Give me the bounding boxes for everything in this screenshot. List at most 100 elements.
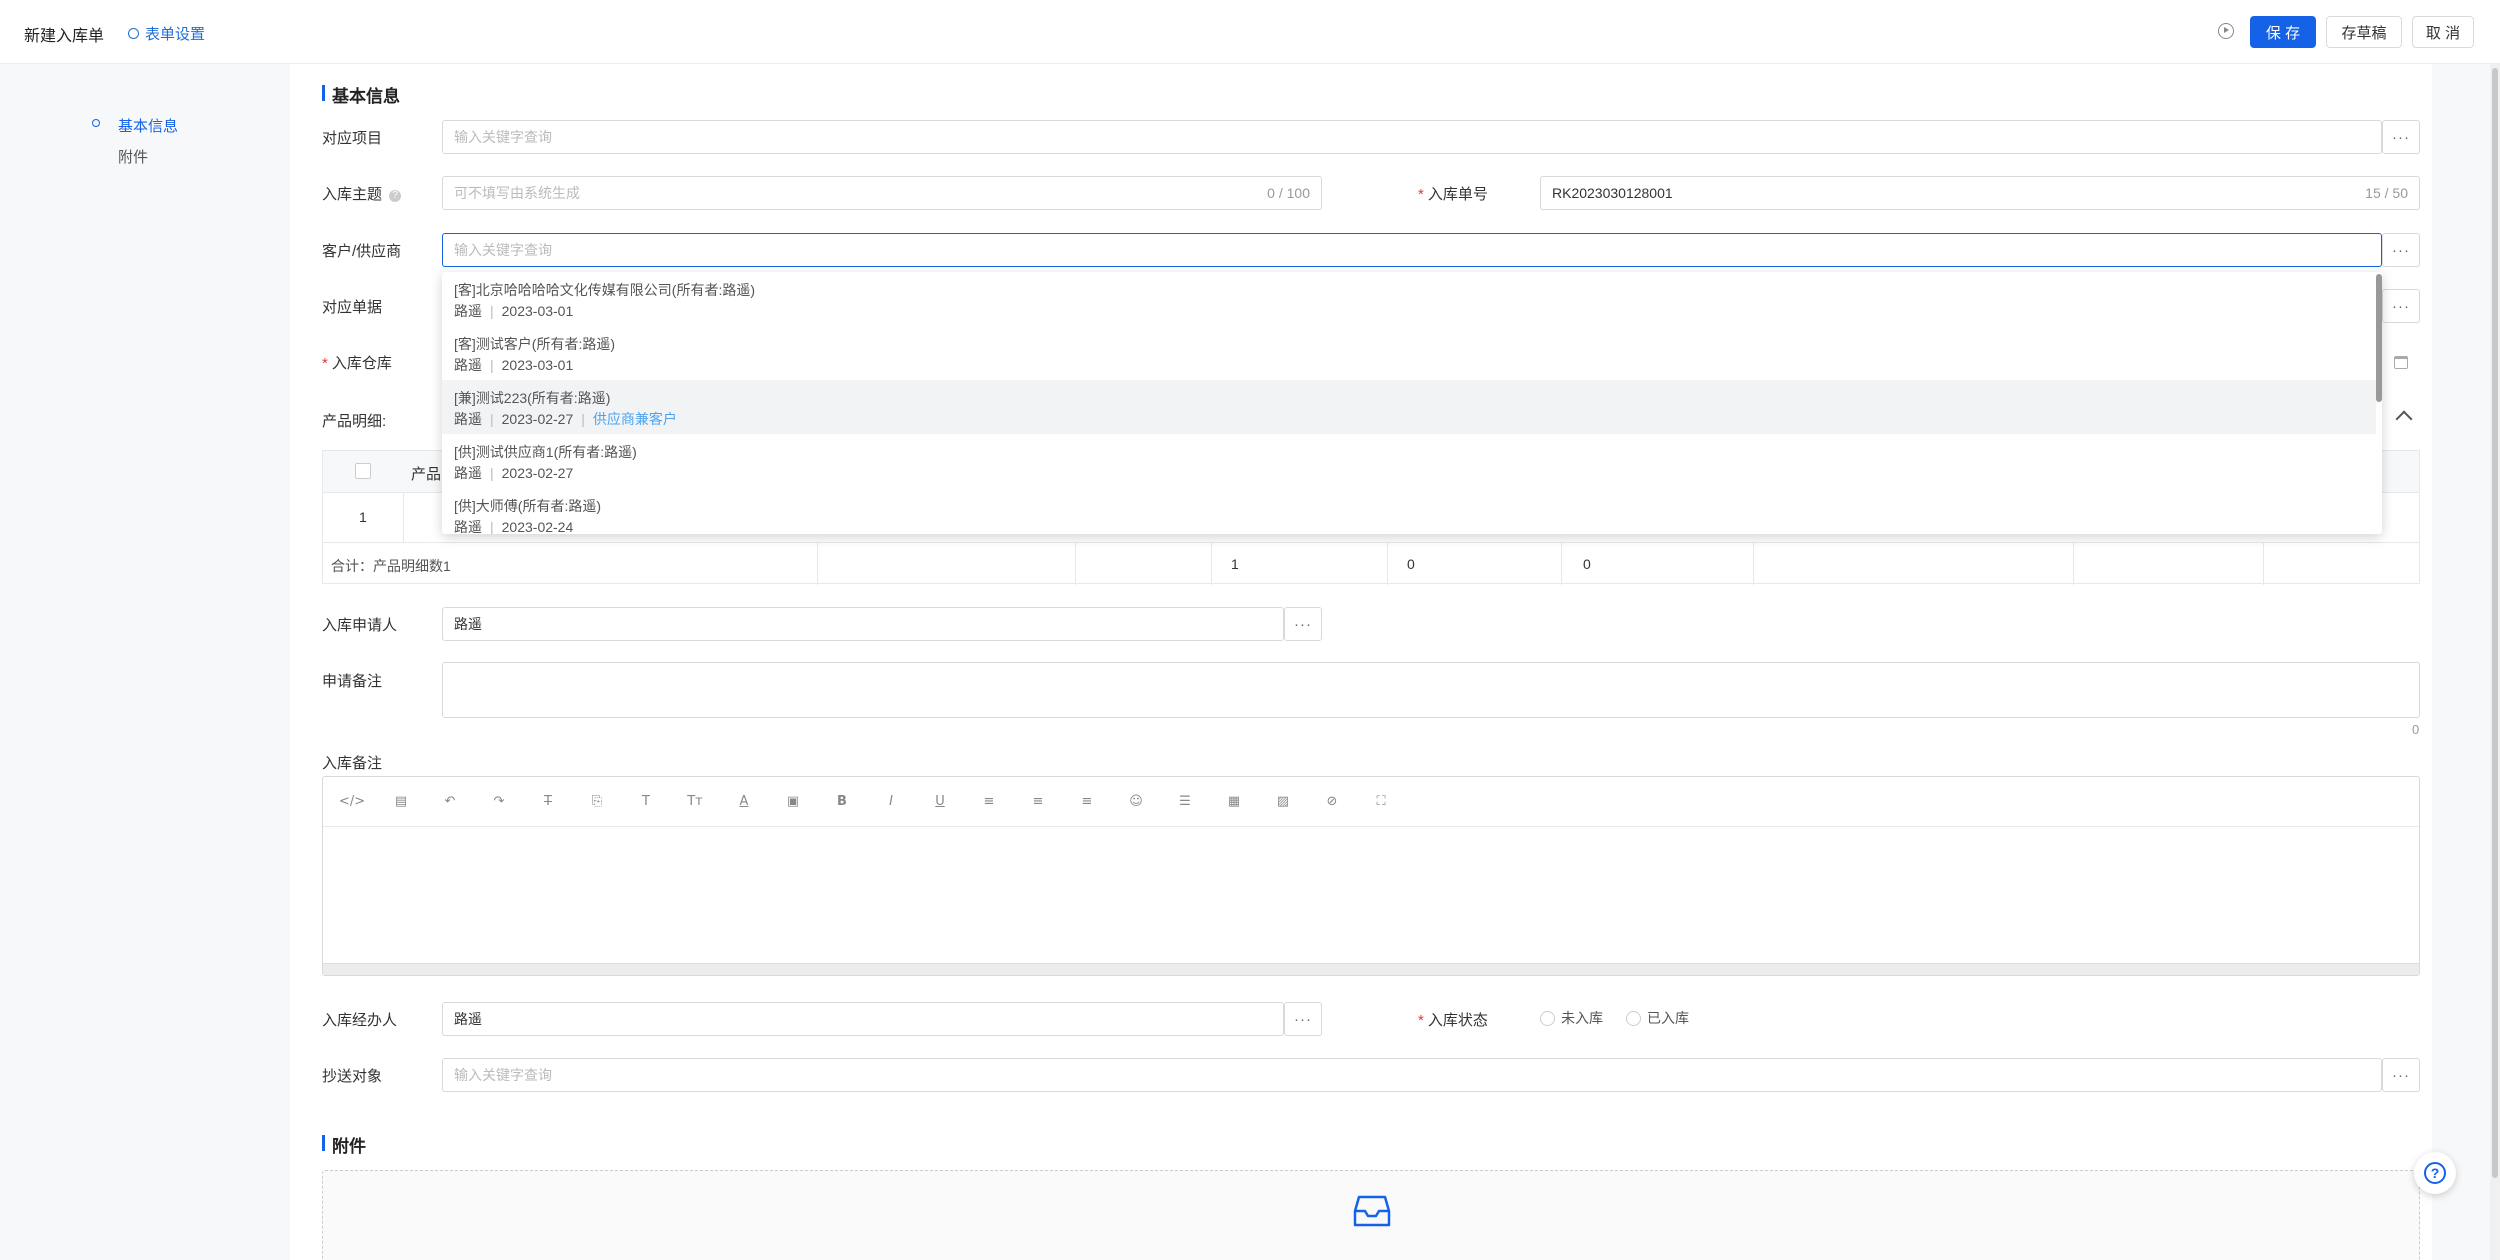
cc-label: 抄送对象 (322, 1068, 383, 1085)
applicant-label: 入库申请人 (322, 617, 398, 634)
save-button[interactable]: 保 存 (2250, 16, 2316, 48)
redo-icon[interactable]: ↷ (490, 792, 508, 810)
order-no-char-count: 15 / 50 (2365, 185, 2408, 201)
applicant-input[interactable]: 路遥 (442, 607, 1284, 641)
cancel-button[interactable]: 取 消 (2412, 16, 2474, 48)
subject-char-count: 0 / 100 (1267, 185, 1310, 201)
option-meta: 路遥 | 2023-03-01 (454, 355, 2364, 376)
page-scrollbar[interactable] (2490, 64, 2500, 1260)
editor-statusbar (323, 963, 2419, 975)
align-center-icon[interactable]: ≡ (1029, 792, 1047, 810)
editor-toolbar: </> ▤ ↶ ↷ T ⎘ T Tт A ▣ B I U ≡ ≡ ≡ ☺ ☰ ▦… (323, 777, 2419, 827)
table-icon[interactable]: ▦ (1225, 792, 1243, 810)
subject-label-text: 入库主题 (322, 186, 383, 203)
col-divider (817, 543, 818, 585)
dropdown-option[interactable]: [供]测试供应商1(所有者:路遥) 路遥 | 2023-02-27 (442, 434, 2376, 488)
play-icon[interactable] (2218, 23, 2234, 39)
option-meta: 路遥 | 2023-03-01 (454, 301, 2364, 322)
align-right-icon[interactable]: ≡ (1078, 792, 1096, 810)
underline-icon[interactable]: U (931, 792, 949, 810)
handler-input[interactable]: 路遥 (442, 1002, 1284, 1036)
dropdown-option[interactable]: [客]北京哈哈哈哈文化传媒有限公司(所有者:路遥) 路遥 | 2023-03-01 (442, 272, 2376, 326)
col-divider (2073, 543, 2074, 585)
handler-more-button[interactable]: ··· (1284, 1002, 1322, 1036)
cc-input[interactable]: 输入关键字查询 (442, 1058, 2382, 1092)
option-owner: 路遥 (454, 303, 482, 319)
help-button[interactable]: ? (2414, 1152, 2456, 1194)
section-title-basic: 基本信息 (322, 82, 400, 107)
save-draft-button[interactable]: 存草稿 (2326, 16, 2402, 48)
summary-label: 合计：产品明细数1 (331, 558, 451, 574)
warehouse-label-text: 入库仓库 (331, 355, 392, 372)
dropdown-option[interactable]: [兼]测试223(所有者:路遥) 路遥 | 2023-02-27 | 供应商兼客户 (442, 380, 2376, 434)
dropdown-scrollbar[interactable] (2376, 274, 2382, 402)
option-tag: 供应商兼客户 (592, 411, 677, 427)
radio-circle (1540, 1010, 1555, 1026)
align-left-icon[interactable]: ≡ (980, 792, 998, 810)
required-mark: * (322, 355, 328, 372)
radio-not-stocked[interactable]: 未入库 (1540, 1008, 1603, 1028)
order-no-input[interactable]: RK2023030128001 15 / 50 (1540, 176, 2420, 210)
anchor-item-basic[interactable]: 基本信息 (118, 115, 178, 136)
italic-icon[interactable]: I (882, 792, 900, 810)
help-icon[interactable]: ? (389, 190, 402, 202)
dropdown-option[interactable]: [供]大师傅(所有者:路遥) 路遥 | 2023-02-24 (442, 488, 2376, 534)
attachment-icon[interactable]: ⊘ (1323, 792, 1341, 810)
customer-more-button[interactable]: ··· (2382, 233, 2420, 267)
option-title: [客]测试客户(所有者:路遥) (454, 336, 615, 352)
inbox-icon (1353, 1195, 1391, 1227)
apply-note-textarea[interactable] (442, 662, 2420, 718)
required-mark: * (1418, 1012, 1424, 1029)
stock-note-label: 入库备注 (322, 755, 383, 772)
undo-icon[interactable]: ↶ (441, 792, 459, 810)
option-owner: 路遥 (454, 465, 482, 481)
emoji-icon[interactable]: ☺ (1127, 792, 1145, 810)
project-more-button[interactable]: ··· (2382, 120, 2420, 154)
strikethrough-icon[interactable]: T (539, 792, 557, 810)
summary-value-3: 0 (1583, 556, 1591, 572)
background-color-icon[interactable]: ▣ (784, 792, 802, 810)
order-no-label: * 入库单号 (1418, 183, 1488, 204)
format-painter-icon[interactable]: ⎘ (588, 792, 606, 810)
option-title: [供]测试供应商1(所有者:路遥) (454, 444, 637, 460)
page-scrollbar-thumb[interactable] (2492, 68, 2498, 1178)
document-more-button[interactable]: ··· (2382, 289, 2420, 323)
select-all-checkbox[interactable] (355, 463, 371, 479)
template-icon[interactable]: ▤ (392, 792, 410, 810)
cell-divider (403, 493, 404, 543)
option-owner: 路遥 (454, 357, 482, 373)
dropdown-option[interactable]: [客]测试客户(所有者:路遥) 路遥 | 2023-03-01 (442, 326, 2376, 380)
subject-placeholder: 可不填写由系统生成 (454, 185, 580, 201)
option-separator: | (490, 357, 494, 373)
project-input[interactable]: 输入关键字查询 (442, 120, 2382, 154)
order-no-value: RK2023030128001 (1552, 185, 1673, 201)
attachment-upload-area[interactable] (322, 1170, 2420, 1260)
code-icon[interactable]: </> (339, 792, 365, 810)
radio-circle (1626, 1010, 1641, 1026)
font-color-icon[interactable]: A (735, 792, 753, 810)
rich-text-editor[interactable]: </> ▤ ↶ ↷ T ⎘ T Tт A ▣ B I U ≡ ≡ ≡ ☺ ☰ ▦… (322, 776, 2420, 976)
option-separator: | (490, 519, 494, 534)
option-title: [客]北京哈哈哈哈文化传媒有限公司(所有者:路遥) (454, 282, 755, 298)
option-title: [兼]测试223(所有者:路遥) (454, 390, 611, 406)
clear-format-icon[interactable]: Tт (686, 792, 704, 810)
calendar-icon[interactable] (2382, 345, 2420, 379)
subject-input[interactable]: 可不填写由系统生成 0 / 100 (442, 176, 1322, 210)
anchor-item-attachments[interactable]: 附件 (118, 146, 148, 167)
horizontal-rule-icon[interactable]: ☰ (1176, 792, 1194, 810)
font-size-icon[interactable]: T (637, 792, 655, 810)
radio-stocked[interactable]: 已入库 (1626, 1008, 1689, 1028)
form-settings-label: 表单设置 (145, 26, 206, 43)
bold-icon[interactable]: B (833, 792, 851, 810)
applicant-more-button[interactable]: ··· (1284, 607, 1322, 641)
col-divider (1561, 543, 1562, 585)
customer-input[interactable]: 输入关键字查询 (442, 233, 2382, 267)
option-owner: 路遥 (454, 519, 482, 534)
customer-label: 客户/供应商 (322, 243, 402, 260)
col-divider (1753, 543, 1754, 585)
cc-more-button[interactable]: ··· (2382, 1058, 2420, 1092)
image-icon[interactable]: ▨ (1274, 792, 1292, 810)
form-settings-link[interactable]: 表单设置 (128, 23, 205, 44)
option-date: 2023-02-27 (501, 411, 574, 427)
fullscreen-icon[interactable]: ⛶ (1372, 792, 1390, 810)
